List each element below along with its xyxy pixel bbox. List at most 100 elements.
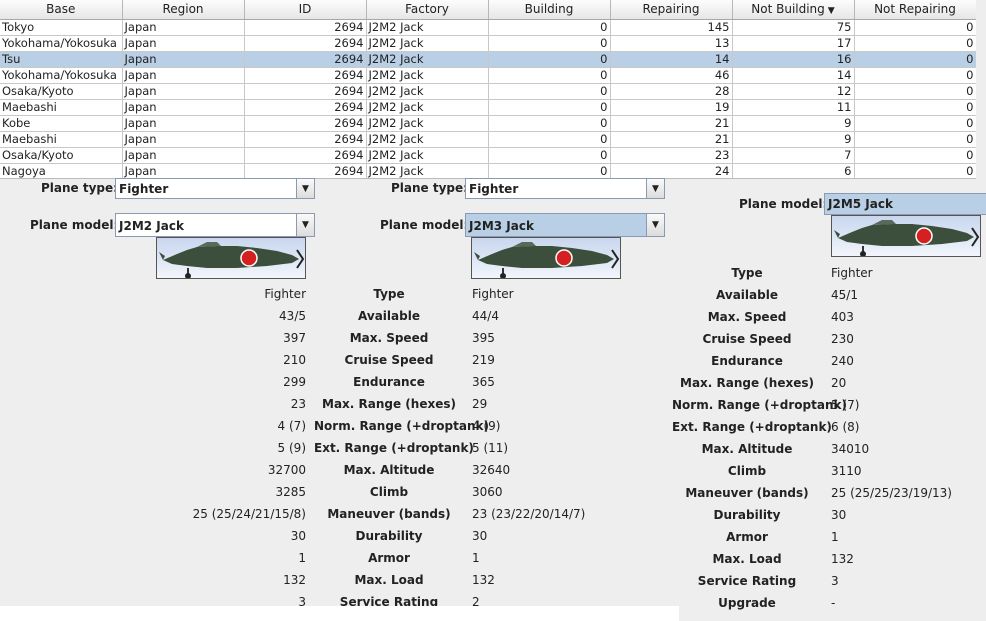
stat-label: Cruise Speed xyxy=(702,332,792,346)
stat-value: 25 (25/24/21/15/8) xyxy=(192,507,306,521)
stat-label: Maneuver (bands) xyxy=(685,486,809,500)
stat-label: Armor xyxy=(726,530,768,544)
table-cell: 0 xyxy=(488,83,611,100)
column-header-repairing[interactable]: Repairing xyxy=(610,0,733,20)
table-row[interactable]: Tokyo Japan 2694 J2M2 Jack 0 145 75 0 xyxy=(0,19,976,36)
column-header-building[interactable]: Building xyxy=(488,0,611,20)
plane-model-value: J2M5 Jack xyxy=(828,197,893,211)
table-cell: 0 xyxy=(854,83,976,100)
stat-label: Maneuver (bands) xyxy=(327,507,451,521)
stat-value: 32700 xyxy=(267,463,306,477)
stat-label: Endurance xyxy=(353,375,425,389)
table-cell: 17 xyxy=(732,35,855,52)
column-header-region[interactable]: Region xyxy=(122,0,245,20)
table-row[interactable]: Nagoya Japan 2694 J2M2 Jack 0 24 6 0 xyxy=(0,163,976,178)
table-cell: Japan xyxy=(122,163,245,178)
stat-value: 132 xyxy=(472,573,495,587)
stat-value: 3 xyxy=(831,574,839,588)
table-cell: 11 xyxy=(732,99,855,116)
plane-type-select[interactable]: Fighter ▼ xyxy=(115,178,315,199)
plane-type-select[interactable]: Fighter ▼ xyxy=(465,178,665,199)
stat-label: Endurance xyxy=(711,354,783,368)
stat-value: 23 xyxy=(290,397,306,411)
column-header-not-building[interactable]: Not Building ▼ xyxy=(732,0,855,20)
stat-value: 5 (9) xyxy=(277,441,306,455)
table-row[interactable]: Osaka/Kyoto Japan 2694 J2M2 Jack 0 23 7 0 xyxy=(0,147,976,164)
table-cell: Japan xyxy=(122,35,245,52)
chevron-down-icon[interactable]: ▼ xyxy=(296,179,314,198)
table-cell: 2694 xyxy=(244,51,367,68)
chevron-down-icon[interactable]: ▼ xyxy=(296,214,314,236)
aircraft-image xyxy=(471,237,621,279)
status-strip xyxy=(0,606,679,621)
table-cell: 75 xyxy=(732,19,855,36)
stat-value: 5 (7) xyxy=(831,398,860,412)
table-cell: 19 xyxy=(610,99,733,116)
table-cell: Japan xyxy=(122,19,245,36)
stat-value: - xyxy=(831,596,836,610)
table-row[interactable]: Yokohama/Yokosuka Japan 2694 J2M2 Jack 0 13 17… xyxy=(0,35,976,52)
stat-value: 29 xyxy=(472,397,488,411)
table-cell: J2M2 Jack xyxy=(366,67,489,84)
plane-type-value: Fighter xyxy=(469,182,519,196)
table-row[interactable]: Yokohama/Yokosuka Japan 2694 J2M2 Jack 0 46 14… xyxy=(0,67,976,84)
table-cell: 0 xyxy=(854,35,976,52)
stat-value: 219 xyxy=(472,353,495,367)
table-header-row: Base Region ID Factory Building Repairin… xyxy=(0,0,976,20)
stat-value: 32640 xyxy=(472,463,511,477)
column-header-label: Base xyxy=(46,2,76,17)
table-row[interactable]: Tsu Japan 2694 J2M2 Jack 0 14 16 0 xyxy=(0,51,976,68)
column-header-base[interactable]: Base xyxy=(0,0,123,20)
plane-model-select[interactable]: J2M3 Jack ▼ xyxy=(465,213,665,237)
stat-label: Type xyxy=(731,266,763,280)
stat-label: Ext. Range (+droptank) xyxy=(672,420,832,434)
stat-value: Fighter xyxy=(264,287,306,301)
table-cell: 2694 xyxy=(244,115,367,132)
table-row[interactable]: Maebashi Japan 2694 J2M2 Jack 0 21 9 0 xyxy=(0,131,976,148)
stat-value: 4 (9) xyxy=(472,419,501,433)
table-cell: 0 xyxy=(854,67,976,84)
table-cell: Tsu xyxy=(0,51,123,68)
stat-value: 4 (7) xyxy=(277,419,306,433)
stat-label: Max. Load xyxy=(712,552,782,566)
table-cell: Tokyo xyxy=(0,19,123,36)
table-row[interactable]: Kobe Japan 2694 J2M2 Jack 0 21 9 0 xyxy=(0,115,976,132)
stat-label: Max. Load xyxy=(354,573,424,587)
table-cell: 0 xyxy=(488,115,611,132)
plane-model-select[interactable]: J2M2 Jack ▼ xyxy=(115,213,315,237)
table-cell: 21 xyxy=(610,131,733,148)
column-header-factory[interactable]: Factory xyxy=(366,0,489,20)
stat-value: 132 xyxy=(283,573,306,587)
table-cell: Nagoya xyxy=(0,163,123,178)
chevron-down-icon[interactable]: ▼ xyxy=(646,214,664,236)
table-cell: Japan xyxy=(122,115,245,132)
column-header-not-repairing[interactable]: Not Repairing xyxy=(854,0,976,20)
plane-model-field[interactable]: J2M5 Jack xyxy=(824,193,986,215)
table-cell: Yokohama/Yokosuka xyxy=(0,67,123,84)
table-cell: J2M2 Jack xyxy=(366,131,489,148)
stat-label: Climb xyxy=(727,464,767,478)
table-cell: Maebashi xyxy=(0,131,123,148)
table-row[interactable]: Osaka/Kyoto Japan 2694 J2M2 Jack 0 28 12 0 xyxy=(0,83,976,100)
column-header-id[interactable]: ID xyxy=(244,0,367,20)
plane-model-label: Plane model: xyxy=(739,197,828,211)
stat-value: 1 xyxy=(831,530,839,544)
plane-type-label: Plane type: xyxy=(391,181,468,195)
stat-label: Durability xyxy=(713,508,781,522)
stat-value: 45/1 xyxy=(831,288,858,302)
table-cell: Japan xyxy=(122,51,245,68)
table-cell: 0 xyxy=(488,131,611,148)
table-cell: 23 xyxy=(610,147,733,164)
table-row[interactable]: Maebashi Japan 2694 J2M2 Jack 0 19 11 0 xyxy=(0,99,976,116)
table-cell: 14 xyxy=(610,51,733,68)
stat-label: Ext. Range (+droptank) xyxy=(314,441,474,455)
table-cell: Osaka/Kyoto xyxy=(0,83,123,100)
chevron-down-icon[interactable]: ▼ xyxy=(646,179,664,198)
stat-value: Fighter xyxy=(472,287,514,301)
table-cell: 0 xyxy=(488,147,611,164)
aircraft-image xyxy=(831,215,981,257)
stat-value: 6 (8) xyxy=(831,420,860,434)
column-header-label: Not Building xyxy=(751,2,825,17)
stat-value: 30 xyxy=(831,508,847,522)
table-cell: J2M2 Jack xyxy=(366,163,489,178)
